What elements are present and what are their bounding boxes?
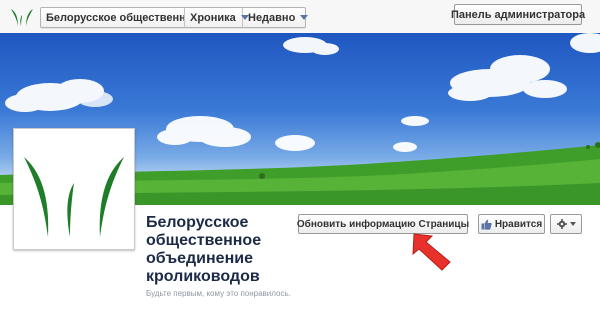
breadcrumb-recent-label: Недавно (248, 11, 296, 24)
settings-button[interactable] (550, 214, 582, 234)
gear-icon (556, 219, 567, 229)
likes-note: Будьте первым, кому это понравилось. (146, 289, 291, 298)
chevron-down-icon (300, 15, 309, 20)
like-button-label: Нравится (494, 218, 543, 230)
breadcrumb-timeline-label: Хроника (190, 11, 236, 24)
breadcrumb-page[interactable]: Белорусское общественн... (41, 8, 185, 27)
chevron-down-icon (569, 222, 576, 226)
leaf-logo-icon (11, 9, 33, 26)
avatar[interactable] (13, 128, 135, 250)
red-arrow-icon (412, 233, 451, 271)
like-button[interactable]: Нравится (478, 214, 545, 234)
breadcrumb-page-label: Белорусское общественн... (46, 11, 185, 24)
page-title: Белорусское общественное объединение кро… (146, 214, 262, 285)
breadcrumb-timeline[interactable]: Хроника (185, 8, 249, 27)
breadcrumb-recent[interactable]: Недавно (243, 8, 309, 27)
breadcrumb: Белорусское общественн... Хроника Недавн… (40, 7, 309, 28)
top-bar: Белорусское общественн... Хроника Недавн… (0, 0, 600, 33)
leaf-logo-icon (24, 157, 124, 237)
update-page-info-button[interactable]: Обновить информацию Страницы (297, 214, 469, 234)
admin-panel-button[interactable]: Панель администратора (451, 4, 585, 25)
thumbs-up-icon (481, 219, 492, 230)
